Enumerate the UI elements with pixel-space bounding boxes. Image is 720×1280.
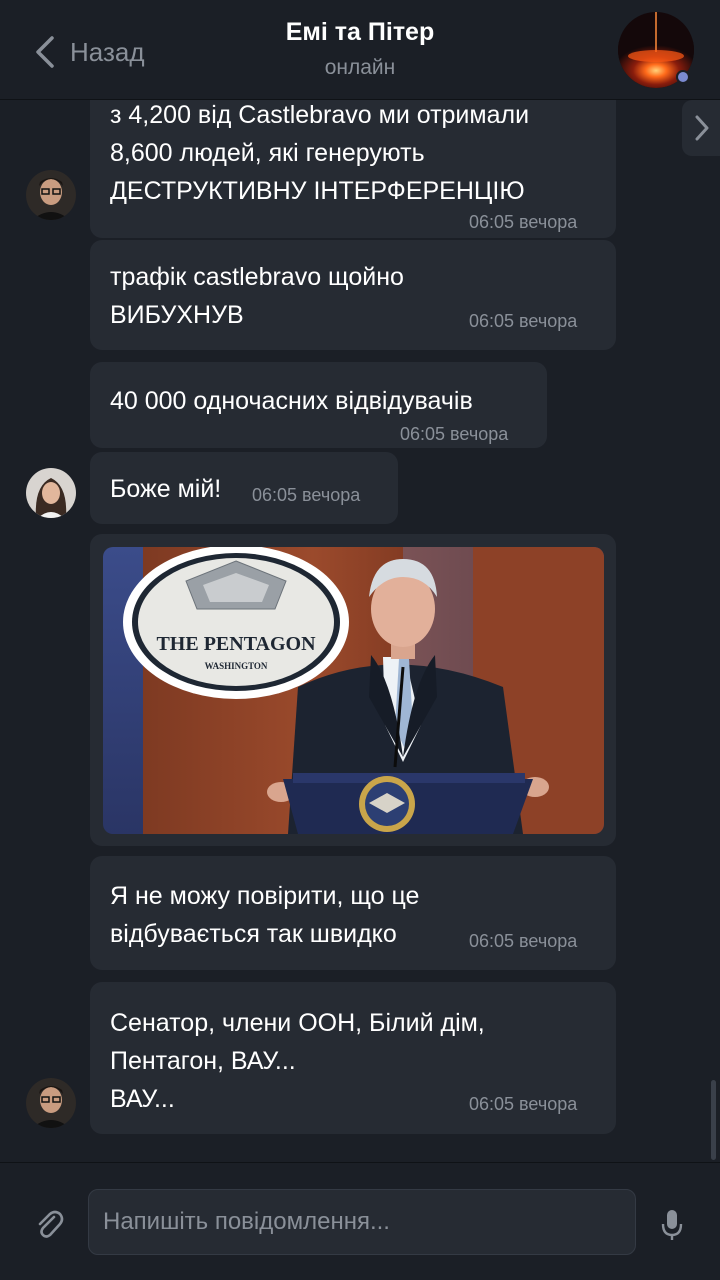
message-composer (0, 1162, 720, 1280)
chat-status: онлайн (324, 56, 396, 79)
pentagon-briefing-image: THE PENTAGON WASHINGTON (103, 547, 604, 834)
message-time: 06:05 вечора (469, 931, 578, 951)
chat-scrollbar[interactable] (711, 1080, 716, 1160)
message-time: 06:05 вечора (400, 424, 509, 444)
message-text: Я не можу повірити, що це відбувається т… (110, 882, 420, 948)
online-indicator (676, 70, 690, 84)
sender-avatar-male[interactable] (26, 1078, 76, 1128)
side-panel-button[interactable] (682, 100, 720, 156)
sign-title: THE PENTAGON (156, 633, 316, 655)
sender-avatar-male[interactable] (26, 170, 76, 220)
message-time: 06:05 вечора (252, 485, 361, 505)
message-text: з 4,200 від Castlebravo ми отримали 8,60… (110, 101, 530, 205)
message-text: Боже мій! (110, 475, 222, 503)
microphone-icon[interactable] (660, 1207, 684, 1243)
sender-avatar-female[interactable] (26, 468, 76, 518)
pentagon-photo[interactable]: THE PENTAGON WASHINGTON (103, 547, 604, 834)
message-time: 06:05 вечора (469, 1094, 578, 1114)
message-text: трафік castlebravo щойно ВИБУХНУВ (110, 263, 404, 329)
chat-title-block: Емі та Пітер онлайн (0, 18, 720, 80)
message-time: 06:05 вечора (469, 311, 578, 331)
message-input[interactable] (88, 1189, 636, 1255)
sign-subtitle: WASHINGTON (205, 661, 268, 671)
message-text: 40 000 одночасних відвідувачів (110, 387, 473, 415)
chevron-right-icon (695, 115, 709, 141)
message-time: 06:05 вечора (469, 212, 578, 232)
chat-header: Назад Емі та Пітер онлайн (0, 0, 720, 100)
paperclip-icon[interactable] (34, 1207, 64, 1241)
chat-title: Емі та Пітер (285, 18, 435, 46)
